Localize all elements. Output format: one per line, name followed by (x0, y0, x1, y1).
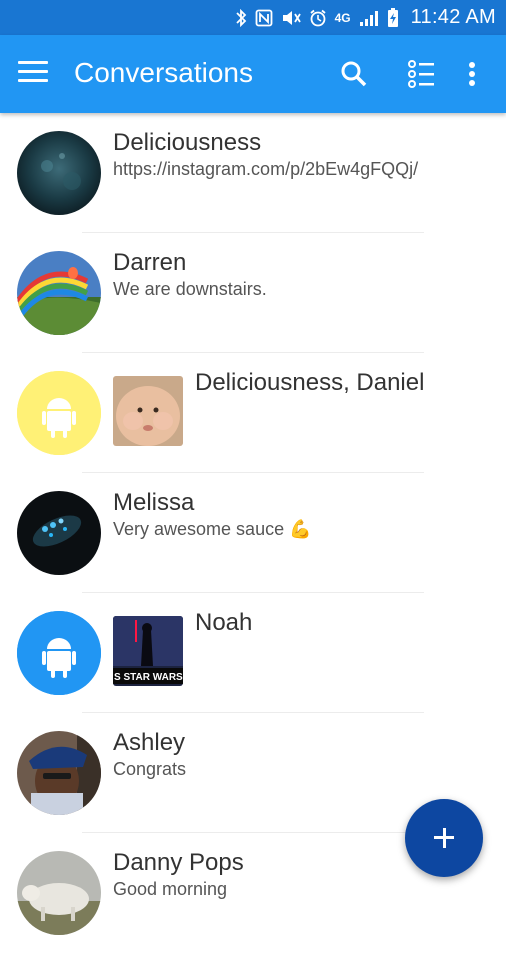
mute-icon (282, 10, 301, 25)
status-time: 11:42 AM (410, 6, 496, 28)
android-icon (17, 371, 101, 455)
avatar (17, 251, 101, 335)
contact-name: Deliciousness, Daniel (195, 369, 425, 396)
contact-name: Melissa (113, 489, 195, 516)
nfc-icon (255, 9, 272, 26)
status-bar: 4G 11:42 AM (0, 0, 506, 35)
attachment-thumbnail[interactable] (113, 376, 183, 446)
conversation-row[interactable]: S STAR WARS DA Noah (0, 593, 506, 713)
menu-icon[interactable] (18, 61, 48, 85)
alarm-icon (309, 9, 326, 26)
page-title: Conversations (74, 57, 253, 88)
message-snippet: https://instagram.com/p/2bEw4gFQQj/ (113, 159, 419, 179)
conversation-row[interactable]: Melissa Very awesome sauce 💪 (0, 473, 506, 593)
new-conversation-button[interactable] (405, 799, 483, 877)
message-snippet: Very awesome sauce 💪 (113, 519, 312, 539)
select-list-icon[interactable] (404, 57, 438, 91)
contact-name: Darren (113, 249, 187, 276)
message-snippet: We are downstairs. (113, 279, 267, 299)
status-icons: 4G 11:42 AM (235, 0, 496, 35)
avatar (17, 131, 101, 215)
contact-name: Danny Pops (113, 849, 244, 876)
conversation-row[interactable]: Deliciousness https://instagram.com/p/2b… (0, 113, 506, 233)
4g-lte-icon: 4G (334, 10, 351, 25)
search-icon[interactable] (337, 57, 371, 91)
overflow-menu-icon[interactable] (455, 57, 489, 91)
app-bar: Conversations (0, 35, 506, 113)
contact-name: Deliciousness (113, 129, 262, 156)
signal-icon (359, 10, 378, 26)
bluetooth-icon (235, 8, 246, 27)
attachment-thumbnail[interactable]: S STAR WARS DA (113, 616, 183, 686)
avatar (17, 371, 101, 455)
conversation-row[interactable]: Darren We are downstairs. (0, 233, 506, 353)
contact-name: Noah (195, 609, 253, 636)
avatar (17, 851, 101, 935)
contact-name: Ashley (113, 729, 186, 756)
android-icon (17, 611, 101, 695)
attachment-caption: S STAR WARS DA (114, 672, 183, 683)
avatar (17, 611, 101, 695)
message-snippet: Good morning (113, 879, 228, 899)
avatar (17, 491, 101, 575)
message-snippet: Congrats (113, 759, 187, 779)
avatar (17, 731, 101, 815)
battery-charging-icon (387, 7, 398, 27)
conversation-row[interactable]: Deliciousness, Daniel (0, 353, 506, 473)
